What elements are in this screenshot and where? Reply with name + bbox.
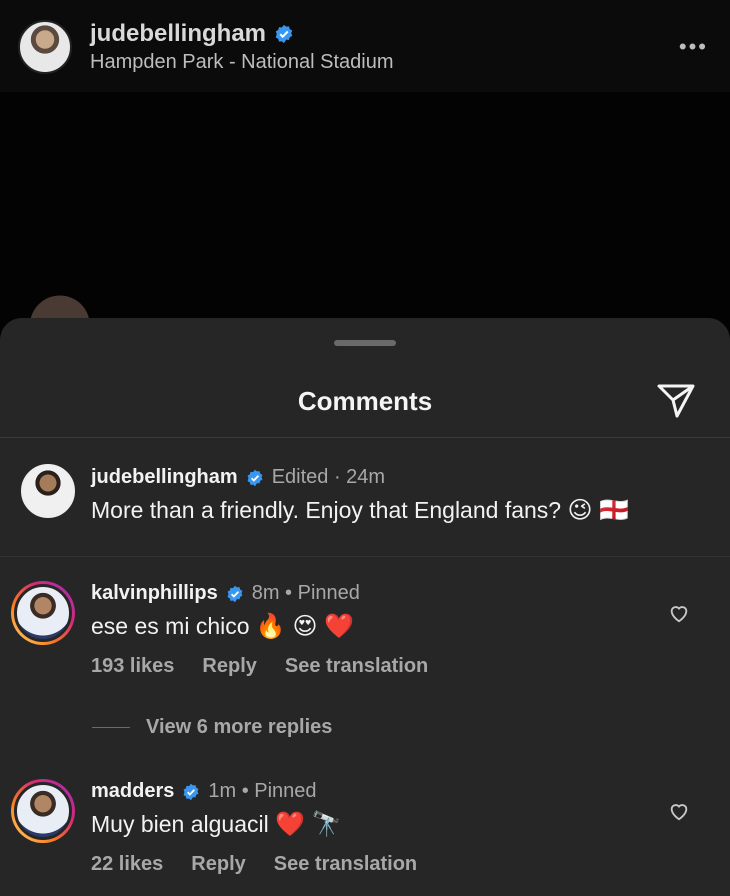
comment-username[interactable]: kalvinphillips xyxy=(91,582,218,605)
caption-header: judebellingham Edited · 24m xyxy=(91,466,385,489)
comment-meta: 1m • Pinned xyxy=(208,780,317,802)
replies-rule xyxy=(92,727,130,728)
comment-emojis: ❤️ 🔭 xyxy=(275,811,342,838)
see-translation-button[interactable]: See translation xyxy=(274,853,417,876)
sheet-divider xyxy=(0,437,730,438)
heart-icon[interactable] xyxy=(668,602,690,624)
comment-meta: 8m • Pinned xyxy=(251,582,360,604)
share-icon[interactable] xyxy=(655,380,697,420)
caption-text-row: More than a friendly. Enjoy that England… xyxy=(91,496,629,525)
verified-badge-icon xyxy=(247,469,263,486)
comments-sheet: Comments judebellingham Edited · 24m Mor… xyxy=(0,318,730,896)
view-replies-button[interactable]: View 6 more replies xyxy=(92,716,332,739)
comment-text-row: ese es mi chico 🔥 😍 ❤️ xyxy=(91,612,354,641)
comment-text: Muy bien alguacil xyxy=(91,811,269,837)
reply-button[interactable]: Reply xyxy=(191,853,245,876)
more-options-icon[interactable]: ••• xyxy=(679,34,708,60)
comment-actions: 193 likes Reply See translation xyxy=(91,655,428,678)
verified-badge-icon xyxy=(275,24,293,44)
caption-text: More than a friendly. Enjoy that England… xyxy=(91,497,562,523)
sheet-drag-handle[interactable] xyxy=(334,340,396,346)
post-username[interactable]: judebellingham xyxy=(90,20,266,48)
post-image[interactable] xyxy=(0,92,730,332)
verified-badge-icon xyxy=(227,585,243,602)
sheet-title: Comments xyxy=(297,386,433,416)
caption-username[interactable]: judebellingham xyxy=(91,466,238,489)
post-username-row[interactable]: judebellingham xyxy=(90,20,294,48)
likes-count[interactable]: 193 likes xyxy=(91,655,174,678)
comment-actions: 22 likes Reply See translation xyxy=(91,853,417,876)
post-header: judebellingham Hampden Park - National S… xyxy=(0,0,730,92)
post-author-avatar[interactable] xyxy=(18,20,72,74)
heart-icon[interactable] xyxy=(668,800,690,822)
caption-meta: Edited · 24m xyxy=(271,466,386,488)
comment-header: kalvinphillips 8m • Pinned xyxy=(91,582,360,605)
commenter-avatar[interactable] xyxy=(11,779,75,843)
reply-button[interactable]: Reply xyxy=(202,655,256,678)
post-location[interactable]: Hampden Park - National Stadium xyxy=(90,51,393,74)
comment-header: madders 1m • Pinned xyxy=(91,780,317,803)
caption-divider xyxy=(0,556,730,557)
see-translation-button[interactable]: See translation xyxy=(285,655,428,678)
verified-badge-icon xyxy=(183,783,199,800)
comment-emojis: 🔥 😍 ❤️ xyxy=(255,613,355,640)
comment-username[interactable]: madders xyxy=(91,780,174,803)
comment-text: ese es mi chico xyxy=(91,613,250,639)
view-replies-label[interactable]: View 6 more replies xyxy=(146,716,332,739)
caption-avatar[interactable] xyxy=(21,464,75,518)
comment-text-row: Muy bien alguacil ❤️ 🔭 xyxy=(91,810,342,839)
caption-emojis: 😉 🏴󠁧󠁢󠁥󠁮󠁧󠁿 xyxy=(567,497,630,524)
likes-count[interactable]: 22 likes xyxy=(91,853,163,876)
commenter-avatar[interactable] xyxy=(11,581,75,645)
